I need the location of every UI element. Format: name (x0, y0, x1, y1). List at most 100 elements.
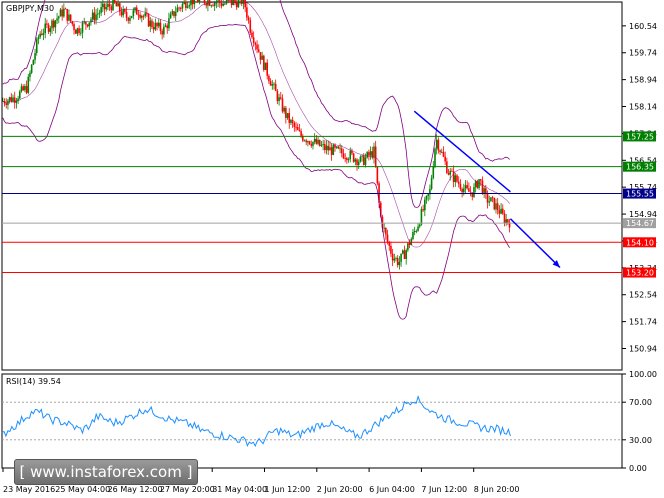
candle-body (34, 52, 36, 60)
candle-body (335, 146, 338, 148)
candle-body (434, 148, 436, 167)
candle-body (64, 8, 67, 10)
candle-body (330, 147, 333, 155)
chart-canvas: 160.54159.74158.94158.14157.34156.54155.… (1, 0, 657, 494)
candle-body (352, 153, 355, 162)
candle-body (349, 150, 352, 160)
candle-body (54, 20, 57, 28)
candle-body (366, 152, 369, 158)
candle-body (307, 141, 309, 143)
candle-body (51, 20, 53, 29)
candle-body (125, 12, 128, 18)
candle-body (102, 3, 104, 8)
level-label: 153.20 (626, 269, 654, 278)
candle-body (393, 258, 396, 261)
candle-body (30, 64, 33, 73)
candle-body (415, 230, 418, 232)
candle-body (488, 201, 491, 203)
candle-body (159, 22, 162, 32)
candle-body (456, 175, 458, 182)
candle-body (24, 86, 26, 91)
rsi-tick-label: 100.00 (629, 370, 657, 379)
candle-body (442, 151, 445, 157)
candle-body (198, 0, 201, 3)
time-tick-label: 6 Jun 04:00 (369, 485, 415, 494)
candle-body (220, 3, 223, 6)
candle-body (164, 25, 167, 27)
candle-body (73, 24, 75, 30)
candle-body (95, 14, 97, 21)
candle-body (32, 59, 35, 65)
candle-body (210, 5, 213, 7)
price-tick-label: 154.94 (629, 210, 657, 219)
candle-body (212, 5, 214, 7)
candle-body (266, 62, 269, 76)
candle-body (468, 188, 470, 192)
rsi-panel: 100.00 70.00 30.00 0.00 RSI(14) 39.54 (1, 370, 657, 473)
rsi-tick-label: 30.00 (629, 436, 652, 445)
rsi-label: RSI(14) 39.54 (6, 377, 61, 386)
candle-body (161, 31, 163, 35)
candle-body (391, 253, 394, 261)
candle-body (427, 194, 430, 196)
candle-body (5, 103, 8, 105)
candle-body (190, 0, 192, 6)
price-tick-label: 160.54 (629, 22, 657, 31)
candle-body (273, 83, 275, 85)
candle-body (286, 113, 289, 118)
candle-body (486, 193, 489, 203)
candle-body (398, 261, 401, 266)
candle-body (459, 183, 462, 189)
candle-body (420, 209, 423, 225)
candle-body (229, 0, 231, 1)
candle-body (76, 28, 79, 34)
candle-body (369, 151, 372, 156)
level-label: 154.67 (626, 219, 654, 228)
candle-body (105, 7, 108, 10)
candle-body (100, 7, 102, 13)
candle-body (405, 250, 407, 259)
candle-body (368, 152, 370, 156)
candle-body (39, 33, 41, 38)
candle-body (356, 159, 358, 165)
candle-body (115, 2, 118, 7)
candle-body (135, 7, 138, 15)
candle-body (69, 14, 72, 22)
candle-body (264, 62, 267, 70)
candle-body (178, 7, 180, 9)
candle-body (324, 144, 326, 151)
candle-body (85, 21, 87, 25)
candle-body (457, 181, 460, 184)
candle-body (156, 22, 158, 27)
candle-body (424, 199, 426, 211)
candle-body (80, 32, 82, 34)
candle-body (281, 98, 284, 112)
candle-body (320, 144, 323, 146)
candle-body (310, 143, 313, 146)
level-label: 156.35 (626, 163, 654, 172)
candle-body (154, 22, 157, 30)
candle-body (252, 37, 255, 43)
candle-body (500, 208, 502, 214)
candle-body (181, 3, 184, 9)
candle-body (274, 83, 277, 92)
candle-body (493, 197, 496, 210)
level-label: 155.55 (626, 190, 654, 199)
candle-body (27, 76, 30, 93)
candle-body (44, 23, 47, 34)
candle-body (257, 49, 260, 53)
candle-body (271, 84, 274, 86)
candle-body (42, 33, 45, 35)
candle-body (464, 185, 467, 189)
candle-body (461, 188, 463, 193)
time-tick-label: 23 May 2016 (3, 485, 55, 494)
candle-body (451, 170, 453, 172)
candle-body (222, 3, 224, 6)
candle-body (342, 153, 345, 159)
candle-body (98, 12, 101, 14)
candle-body (430, 178, 433, 189)
candle-body (56, 18, 58, 21)
candle-body (183, 1, 185, 4)
rsi-tick-label: 70.00 (629, 398, 652, 407)
candle-body (256, 44, 258, 50)
